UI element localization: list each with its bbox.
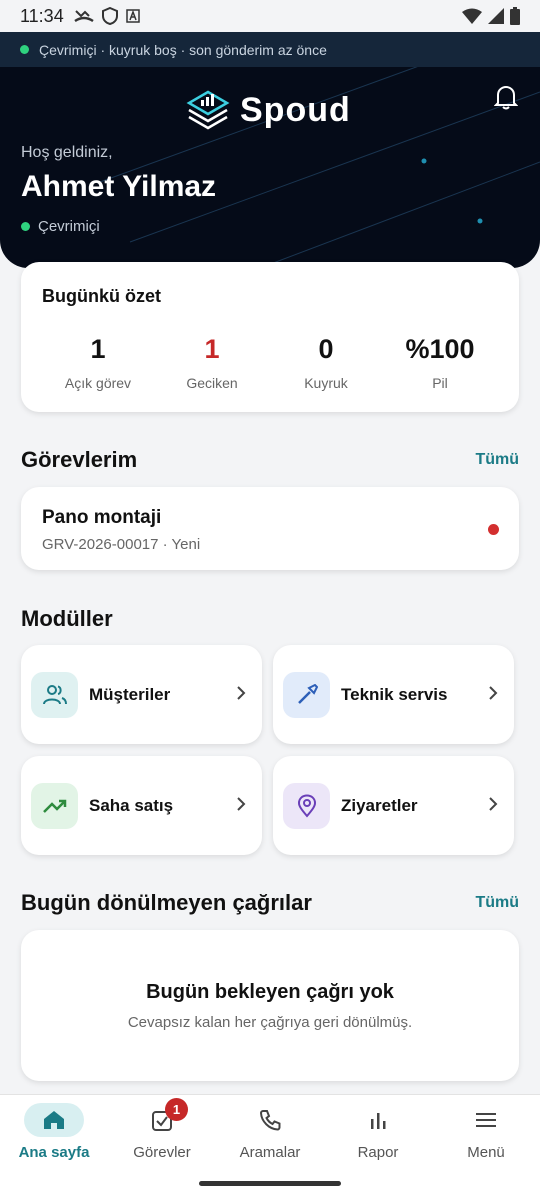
stat-value: 1 xyxy=(204,334,220,364)
user-name: Ahmet Yilmaz xyxy=(21,170,217,203)
stat-overdue: 1 Geciken xyxy=(157,334,267,391)
stat-battery: %100 Pil xyxy=(385,334,495,391)
calls-see-all-link[interactable]: Tümü xyxy=(475,894,519,912)
shield-icon xyxy=(101,7,118,25)
brand-logo: Spoud xyxy=(186,90,351,130)
nav-item-report[interactable]: Rapor xyxy=(324,1095,432,1175)
user-online-dot xyxy=(21,222,30,231)
bell-icon xyxy=(493,85,519,110)
notifications-button[interactable] xyxy=(493,84,519,115)
tasks-see-all-link[interactable]: Tümü xyxy=(475,451,519,469)
home-icon xyxy=(24,1103,84,1137)
tasks-count-badge: 1 xyxy=(165,1098,188,1121)
modules-section-title: Modüller xyxy=(21,606,113,631)
stat-label: Kuyruk xyxy=(304,375,348,391)
menu-icon xyxy=(456,1103,516,1137)
calls-section-title: Bugün dönülmeyen çağrılar xyxy=(21,890,312,915)
online-dot xyxy=(20,45,29,54)
stat-value: 1 xyxy=(90,334,106,364)
stat-label: Geciken xyxy=(186,375,238,391)
trend-up-icon xyxy=(31,783,78,829)
module-customers[interactable]: Müşteriler xyxy=(21,645,262,744)
task-subtitle: GRV-2026-00017 · Yeni xyxy=(42,536,201,553)
app-header: Çevrimiçi · kuyruk boş · son gönderim az… xyxy=(0,32,540,268)
module-technical-service[interactable]: Teknik servis xyxy=(273,645,514,744)
module-label: Ziyaretler xyxy=(341,796,418,815)
connection-status-bar: Çevrimiçi · kuyruk boş · son gönderim az… xyxy=(0,32,540,67)
tasks-section-title: Görevlerim xyxy=(21,447,138,472)
chevron-right-icon xyxy=(237,686,246,700)
nav-label: Menü xyxy=(467,1144,505,1161)
system-status-bar: 11:34 xyxy=(0,0,540,32)
chevron-right-icon xyxy=(489,686,498,700)
module-label: Saha satış xyxy=(89,796,174,815)
users-icon xyxy=(31,672,78,718)
module-label: Teknik servis xyxy=(341,685,448,704)
connection-status-text: Çevrimiçi · kuyruk boş · son gönderim az… xyxy=(39,41,327,58)
stat-value: %100 xyxy=(405,334,475,364)
nav-label: Ana sayfa xyxy=(18,1144,90,1161)
chevron-right-icon xyxy=(489,797,498,811)
stat-value: 0 xyxy=(318,334,334,364)
stat-label: Pil xyxy=(432,375,448,391)
map-pin-icon xyxy=(283,783,330,829)
nav-item-home[interactable]: Ana sayfa xyxy=(0,1095,108,1175)
bar-chart-icon xyxy=(348,1103,408,1137)
module-label: Müşteriler xyxy=(89,685,171,704)
module-visits[interactable]: Ziyaretler xyxy=(273,756,514,855)
user-status-text: Çevrimiçi xyxy=(38,218,100,235)
module-field-sales[interactable]: Saha satış xyxy=(21,756,262,855)
calls-empty-title: Bugün bekleyen çağrı yok xyxy=(146,981,394,1003)
nav-item-menu[interactable]: Menü xyxy=(432,1095,540,1175)
phone-icon xyxy=(240,1103,300,1137)
brand-name: Spoud xyxy=(240,90,351,129)
summary-card: Bugünkü özet 1 Açık görev 1 Geciken 0 Ku… xyxy=(21,262,519,412)
welcome-text: Hoş geldiniz, xyxy=(21,144,113,161)
missed-call-icon xyxy=(74,10,94,23)
logo-icon xyxy=(186,90,230,130)
chevron-right-icon xyxy=(237,797,246,811)
nav-item-tasks[interactable]: 1 Görevler xyxy=(108,1095,216,1175)
user-status: Çevrimiçi xyxy=(21,218,100,235)
nav-label: Rapor xyxy=(357,1144,399,1161)
calls-empty-card: Bugün bekleyen çağrı yok Cevapsız kalan … xyxy=(21,930,519,1081)
calls-empty-subtitle: Cevapsız kalan her çağrıya geri dönülmüş… xyxy=(127,1014,413,1031)
wrench-icon xyxy=(283,672,330,718)
task-list-item[interactable]: Pano montaji GRV-2026-00017 · Yeni xyxy=(21,487,519,570)
stat-open-tasks: 1 Açık görev xyxy=(43,334,153,391)
nav-label: Görevler xyxy=(133,1144,191,1161)
task-title: Pano montaji xyxy=(42,507,162,528)
status-time: 11:34 xyxy=(20,5,64,26)
wifi-icon xyxy=(462,8,482,24)
stat-label: Açık görev xyxy=(64,375,132,391)
battery-icon xyxy=(510,7,520,25)
nav-item-calls[interactable]: Aramalar xyxy=(216,1095,324,1175)
app-notification-icon xyxy=(125,9,140,23)
cell-signal-icon xyxy=(488,8,504,24)
summary-title: Bugünkü özet xyxy=(42,286,161,306)
gesture-home-bar[interactable] xyxy=(199,1181,341,1186)
nav-label: Aramalar xyxy=(239,1144,301,1161)
task-priority-dot xyxy=(488,524,499,535)
stat-queue: 0 Kuyruk xyxy=(271,334,381,391)
